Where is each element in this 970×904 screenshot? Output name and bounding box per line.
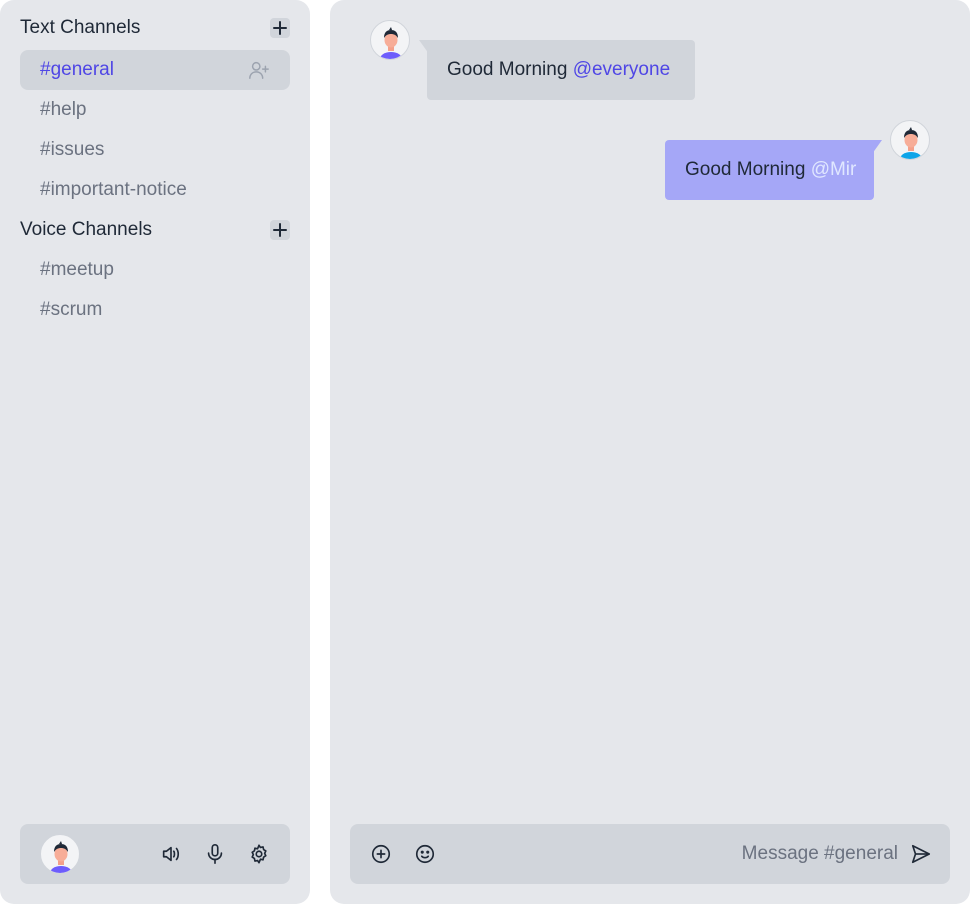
speaker-icon[interactable] — [160, 843, 182, 865]
add-voice-channel-button[interactable] — [270, 220, 290, 240]
user-avatar[interactable] — [40, 834, 80, 874]
channel-label: #issues — [40, 139, 105, 160]
channel-label: #meetup — [40, 259, 114, 280]
microphone-icon[interactable] — [204, 843, 226, 865]
add-user-icon[interactable] — [248, 59, 270, 81]
message-avatar[interactable] — [890, 120, 930, 160]
message-avatar[interactable] — [370, 20, 410, 60]
message-input[interactable]: Message #general — [742, 824, 898, 884]
voice-channels-header: Voice Channels — [20, 218, 290, 242]
message-text: Good Morning — [685, 159, 806, 180]
channel-label: #help — [40, 99, 87, 120]
channel-label: #important-notice — [40, 179, 187, 200]
channel-help[interactable]: #help — [20, 90, 290, 130]
message-text: Good Morning — [447, 59, 568, 80]
channel-sidebar: Text Channels #general #help #issues #im… — [0, 0, 310, 904]
voice-channels-title: Voice Channels — [20, 219, 153, 240]
channel-label: #general — [40, 59, 114, 80]
channel-meetup[interactable]: #meetup — [20, 250, 290, 290]
plus-icon — [273, 223, 287, 237]
channel-scrum[interactable]: #scrum — [20, 290, 290, 330]
gear-icon[interactable] — [248, 843, 270, 865]
channel-important-notice[interactable]: #important-notice — [20, 170, 290, 210]
add-text-channel-button[interactable] — [270, 18, 290, 38]
bubble-tail — [872, 140, 882, 154]
message-composer: Message #general — [350, 824, 950, 884]
message-bubble-own: Good Morning @Mir — [665, 140, 874, 200]
channel-label: #scrum — [40, 299, 103, 320]
mention-link[interactable]: @Mir — [811, 159, 857, 181]
message-bubble: Good Morning @everyone — [427, 40, 695, 100]
mention-link[interactable]: @everyone — [573, 59, 670, 81]
plus-icon — [273, 21, 287, 35]
channel-issues[interactable]: #issues — [20, 130, 290, 170]
text-channels-header: Text Channels — [20, 16, 290, 40]
plus-circle-icon[interactable] — [370, 843, 392, 865]
text-channels-title: Text Channels — [20, 17, 141, 38]
channel-general[interactable]: #general — [20, 50, 290, 90]
send-icon[interactable] — [910, 843, 932, 865]
smiley-icon[interactable] — [414, 843, 436, 865]
user-panel — [20, 824, 290, 884]
chat-panel: Good Morning @everyone Good Morning @Mir… — [330, 0, 970, 904]
